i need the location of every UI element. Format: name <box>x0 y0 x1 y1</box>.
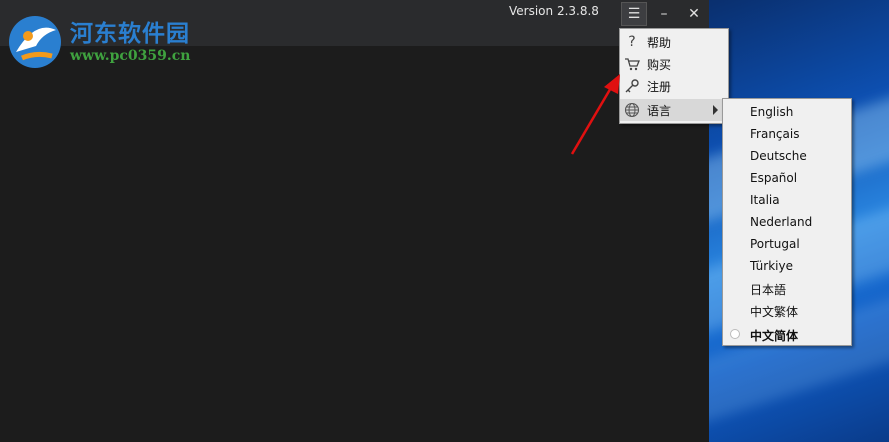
language-item[interactable]: 日本語 <box>723 277 851 299</box>
help-icon: ? <box>628 34 636 50</box>
minimize-icon: – <box>660 6 668 22</box>
language-label: Español <box>750 171 798 185</box>
menu-button[interactable]: ☰ <box>621 2 647 26</box>
language-item[interactable]: Français <box>723 123 851 145</box>
close-button[interactable]: ✕ <box>681 2 707 26</box>
language-label: Portugal <box>750 237 800 251</box>
menu-item-label: 帮助 <box>647 35 672 50</box>
language-label: 日本語 <box>750 283 787 297</box>
language-label: Türkiye <box>750 259 793 273</box>
watermark: 河东软件园 www.pc0359.cn <box>4 8 214 68</box>
main-menu: ? 帮助 购买 注册 语言 <box>619 28 729 124</box>
menu-item-label: 购买 <box>647 57 672 72</box>
menu-item-register[interactable]: 注册 <box>620 75 728 97</box>
watermark-url: www.pc0359.cn <box>70 48 191 64</box>
submenu-arrow-icon <box>713 105 718 115</box>
language-item[interactable]: Español <box>723 167 851 189</box>
language-menu: English Français Deutsche Español Italia… <box>722 98 852 346</box>
close-icon: ✕ <box>688 6 700 22</box>
menu-item-language[interactable]: 语言 <box>620 99 728 121</box>
language-item[interactable]: Italia <box>723 189 851 211</box>
language-item[interactable]: Nederland <box>723 211 851 233</box>
menu-item-buy[interactable]: 购买 <box>620 53 728 75</box>
language-label: 中文简体 <box>750 329 799 343</box>
watermark-title: 河东软件园 <box>70 20 190 47</box>
version-label: Version 2.3.8.8 <box>509 4 599 18</box>
hamburger-icon: ☰ <box>627 6 641 22</box>
language-label: Nederland <box>750 215 813 229</box>
minimize-button[interactable]: – <box>651 2 677 26</box>
language-label: Français <box>750 127 800 141</box>
menu-item-label: 注册 <box>647 79 672 94</box>
language-item[interactable]: English <box>723 101 851 123</box>
language-item[interactable]: Türkiye <box>723 255 851 277</box>
language-item-selected[interactable]: 中文简体 <box>723 323 851 345</box>
language-label: Deutsche <box>750 149 807 163</box>
language-label: Italia <box>750 193 780 207</box>
language-item[interactable]: Portugal <box>723 233 851 255</box>
menu-item-help[interactable]: ? 帮助 <box>620 31 728 53</box>
menu-item-label: 语言 <box>647 103 672 118</box>
red-arrow-annotation <box>570 74 620 155</box>
language-item[interactable]: Deutsche <box>723 145 851 167</box>
language-label: 中文繁体 <box>750 305 799 319</box>
watermark-logo-icon <box>9 16 61 68</box>
language-label: English <box>750 105 794 119</box>
radio-selected-icon <box>730 329 740 339</box>
language-item[interactable]: 中文繁体 <box>723 299 851 321</box>
